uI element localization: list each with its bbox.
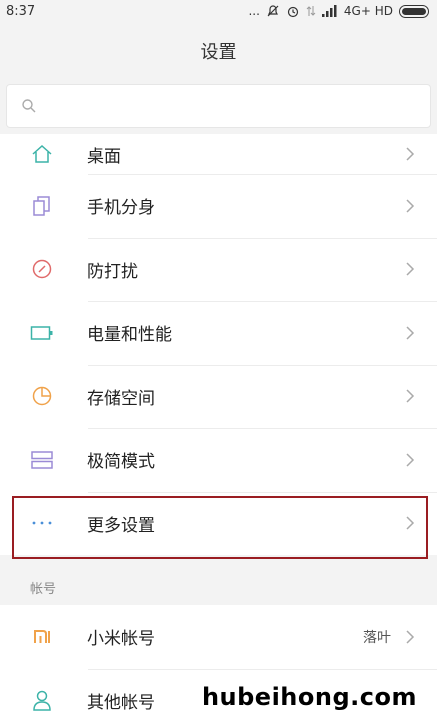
chevron-right-icon bbox=[406, 199, 415, 213]
status-icons: ... 4G+ HD bbox=[248, 4, 429, 18]
account-name-value: 落叶 bbox=[363, 629, 391, 646]
alarm-icon bbox=[287, 6, 299, 18]
section-divider bbox=[0, 555, 437, 569]
chevron-right-icon bbox=[406, 147, 415, 161]
storage-pie-icon bbox=[30, 384, 54, 408]
settings-item-label: 更多设置 bbox=[87, 515, 155, 536]
page-title: 设置 bbox=[200, 42, 237, 63]
simple-mode-icon bbox=[30, 448, 54, 472]
data-arrows-icon bbox=[306, 6, 316, 16]
chevron-right-icon bbox=[406, 326, 415, 340]
settings-item-dual-apps[interactable]: 手机分身 bbox=[0, 174, 437, 238]
chevron-right-icon bbox=[406, 453, 415, 467]
settings-item-label: 小米帐号 bbox=[87, 629, 155, 650]
search-bar[interactable] bbox=[6, 84, 431, 128]
settings-item-label: 电量和性能 bbox=[87, 325, 172, 346]
dual-screen-icon bbox=[30, 194, 54, 218]
settings-item-desktop[interactable]: 桌面 bbox=[0, 134, 437, 174]
battery-icon bbox=[399, 4, 429, 18]
signal-icon bbox=[321, 5, 337, 17]
person-icon bbox=[30, 688, 54, 712]
settings-item-mi-account[interactable]: 小米帐号 落叶 bbox=[0, 605, 437, 669]
mute-notification-icon bbox=[267, 5, 279, 17]
more-notifications-icon: ... bbox=[248, 4, 260, 18]
chevron-right-icon bbox=[406, 630, 415, 644]
chevron-right-icon bbox=[406, 516, 415, 530]
settings-item-label: 桌面 bbox=[87, 146, 121, 167]
mi-logo-icon bbox=[30, 625, 54, 649]
settings-item-battery[interactable]: 电量和性能 bbox=[0, 301, 437, 365]
network-type: 4G+ HD bbox=[343, 4, 393, 18]
home-icon bbox=[30, 142, 54, 166]
settings-list: 桌面 手机分身 防打扰 电量和性能 存储空间 极简模式 更多设置 bbox=[0, 134, 437, 555]
more-dots-icon bbox=[30, 511, 54, 535]
search-icon bbox=[22, 99, 36, 113]
settings-item-label: 防打扰 bbox=[87, 261, 138, 282]
chevron-right-icon bbox=[406, 262, 415, 276]
status-bar: 8:37 ... 4G+ HD bbox=[0, 0, 437, 22]
section-header-account: 帐号 bbox=[0, 569, 437, 605]
battery-icon bbox=[30, 321, 54, 345]
watermark: hubeihong.com bbox=[201, 683, 417, 711]
search-input[interactable] bbox=[45, 98, 416, 114]
settings-item-storage[interactable]: 存储空间 bbox=[0, 364, 437, 429]
chevron-right-icon bbox=[406, 389, 415, 403]
settings-item-do-not-disturb[interactable]: 防打扰 bbox=[0, 237, 437, 302]
status-time: 8:37 bbox=[6, 3, 36, 19]
settings-item-label: 极简模式 bbox=[87, 452, 155, 473]
settings-item-label: 手机分身 bbox=[87, 198, 155, 219]
settings-item-simple-mode[interactable]: 极简模式 bbox=[0, 428, 437, 492]
do-not-disturb-icon bbox=[30, 257, 54, 281]
settings-item-more-settings[interactable]: 更多设置 bbox=[0, 491, 437, 556]
settings-item-label: 存储空间 bbox=[87, 388, 155, 409]
